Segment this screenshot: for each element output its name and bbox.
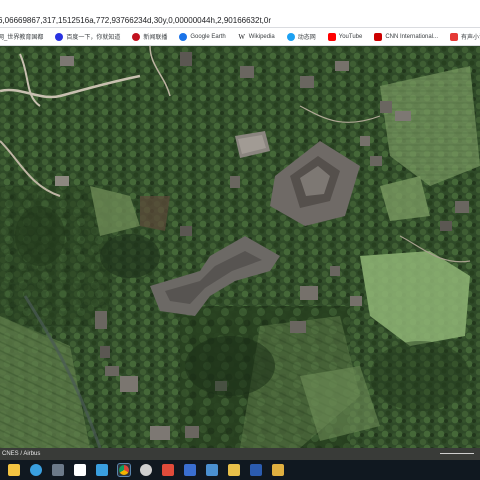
browser-icon[interactable]	[184, 464, 196, 476]
url-text: 6,06669867,317,1512516a,772,93766234d,30…	[0, 16, 271, 25]
photos-icon[interactable]	[96, 464, 108, 476]
bookmark-8-label: 有声小说-有声读物...	[461, 35, 480, 41]
attribution-text: CNES / Airbus	[2, 451, 41, 457]
bird-icon	[286, 32, 295, 41]
media-player-icon[interactable]	[162, 464, 174, 476]
address-bar: 6,06669867,317,1512516a,772,93766234d,30…	[0, 0, 480, 28]
map-attribution-bar: CNES / Airbus	[0, 448, 480, 460]
file-explorer-icon[interactable]	[8, 464, 20, 476]
url-field[interactable]: 6,06669867,317,1512516a,772,93766234d,30…	[0, 13, 480, 29]
chrome-icon[interactable]	[117, 463, 131, 477]
swirl-app-icon[interactable]	[140, 464, 152, 476]
scale-bar	[440, 453, 474, 454]
bookmark-0[interactable]: 网_世界教育国都	[0, 28, 44, 45]
bookmark-3-label: Google Earth	[190, 33, 226, 40]
bookmark-4-label: Wikipedia	[248, 33, 275, 40]
bookmark-4[interactable]: W Wikipedia	[237, 28, 275, 45]
taskbar	[0, 460, 480, 480]
paint-icon[interactable]	[272, 464, 284, 476]
bookmark-3[interactable]: Google Earth	[179, 28, 226, 45]
bookmark-7-label: CNN International...	[385, 33, 439, 40]
mail-icon[interactable]	[206, 464, 218, 476]
bookmark-6-label: YouTube	[338, 33, 363, 40]
bookmark-5-label: 动态网	[297, 35, 316, 41]
bookmark-2[interactable]: 新闻联播	[132, 28, 168, 45]
bookmark-5[interactable]: 动态网	[286, 28, 316, 45]
paw-icon	[55, 32, 64, 41]
bookmark-8[interactable]: 有声小说-有声读物...	[450, 28, 480, 45]
cctv-icon	[132, 32, 141, 41]
cnn-icon	[374, 32, 383, 41]
satellite-map[interactable]	[0, 46, 480, 448]
google-earth-icon	[179, 32, 188, 41]
bookmark-1-label: 百度一下，你就知道	[66, 35, 121, 41]
youtube-icon	[327, 32, 336, 41]
folder-icon[interactable]	[228, 464, 240, 476]
wikipedia-icon: W	[237, 32, 246, 41]
bookmark-2-label: 新闻联播	[143, 35, 168, 41]
document-icon[interactable]	[74, 464, 86, 476]
bookmark-7[interactable]: CNN International...	[374, 28, 439, 45]
book-icon	[450, 32, 459, 41]
bookmark-1[interactable]: 百度一下，你就知道	[55, 28, 121, 45]
edge-icon[interactable]	[30, 464, 42, 476]
bookmark-0-label: 网_世界教育国都	[0, 35, 44, 41]
bookmarks-bar: 网_世界教育国都 百度一下，你就知道 新闻联播 Google Earth W Wi…	[0, 28, 480, 46]
satellite-imagery	[0, 46, 480, 448]
word-icon[interactable]	[250, 464, 262, 476]
bookmark-6[interactable]: YouTube	[327, 28, 363, 45]
calculator-icon[interactable]	[52, 464, 64, 476]
